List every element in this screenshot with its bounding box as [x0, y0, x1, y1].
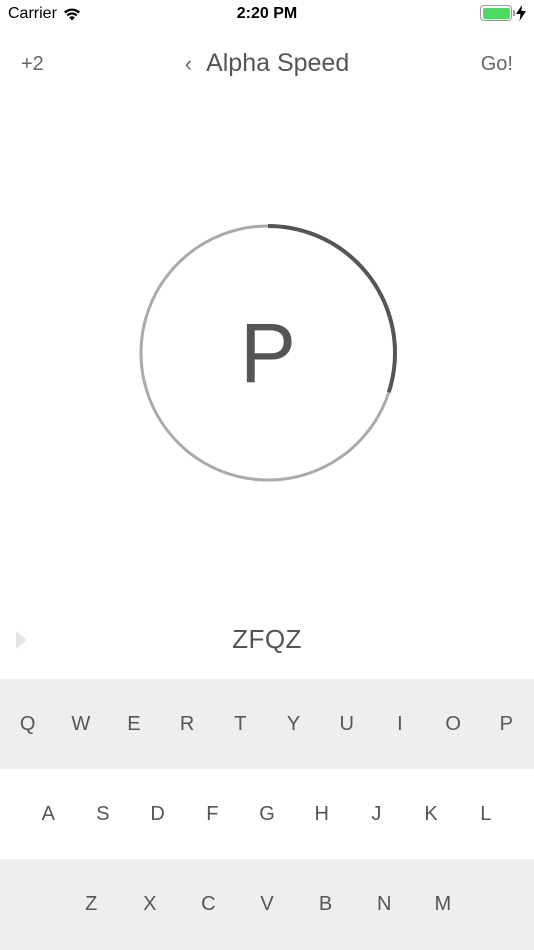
key-x[interactable]: X [121, 859, 180, 950]
key-q[interactable]: Q [1, 679, 54, 769]
entry-row: ZFQZ [0, 620, 534, 660]
key-m[interactable]: M [413, 859, 472, 950]
key-o[interactable]: O [427, 679, 480, 769]
page-title: Alpha Speed [206, 49, 350, 77]
key-z[interactable]: Z [62, 859, 121, 950]
go-button[interactable]: Go! [481, 53, 513, 76]
key-y[interactable]: Y [267, 679, 320, 769]
key-w[interactable]: W [54, 679, 107, 769]
key-u[interactable]: U [320, 679, 373, 769]
letter-keyboard: QWERTYUIOP ASDFGHJKL ZXCVBNM [0, 679, 534, 950]
entered-letters: ZFQZ [232, 624, 302, 654]
key-s[interactable]: S [76, 769, 131, 859]
key-a[interactable]: A [21, 769, 76, 859]
key-v[interactable]: V [238, 859, 297, 950]
keyboard-row-3: ZXCVBNM [0, 859, 534, 950]
key-h[interactable]: H [294, 769, 349, 859]
key-p[interactable]: P [480, 679, 533, 769]
key-d[interactable]: D [130, 769, 185, 859]
key-b[interactable]: B [296, 859, 355, 950]
battery-icon [480, 5, 515, 21]
chevron-left-icon[interactable]: ‹ [185, 52, 192, 75]
status-time: 2:20 PM [236, 5, 298, 22]
status-right [480, 5, 526, 21]
key-r[interactable]: R [161, 679, 214, 769]
key-l[interactable]: L [458, 769, 513, 859]
timer-ring: P [138, 223, 398, 483]
battery-fill [482, 7, 510, 19]
status-bar: Carrier 2:20 PM [0, 0, 534, 28]
nav-bar: +2 ‹ Alpha Speed Go! [0, 40, 534, 92]
key-t[interactable]: T [214, 679, 267, 769]
key-e[interactable]: E [107, 679, 160, 769]
nav-title-group: ‹ Alpha Speed [0, 49, 534, 78]
key-g[interactable]: G [240, 769, 295, 859]
key-n[interactable]: N [355, 859, 414, 950]
current-letter: P [239, 305, 297, 400]
key-j[interactable]: J [349, 769, 404, 859]
key-f[interactable]: F [185, 769, 240, 859]
key-c[interactable]: C [179, 859, 238, 950]
key-i[interactable]: I [373, 679, 426, 769]
keyboard-row-1: QWERTYUIOP [0, 679, 534, 769]
charging-bolt-icon [516, 5, 526, 21]
keyboard-row-2: ASDFGHJKL [0, 769, 534, 859]
key-k[interactable]: K [404, 769, 459, 859]
